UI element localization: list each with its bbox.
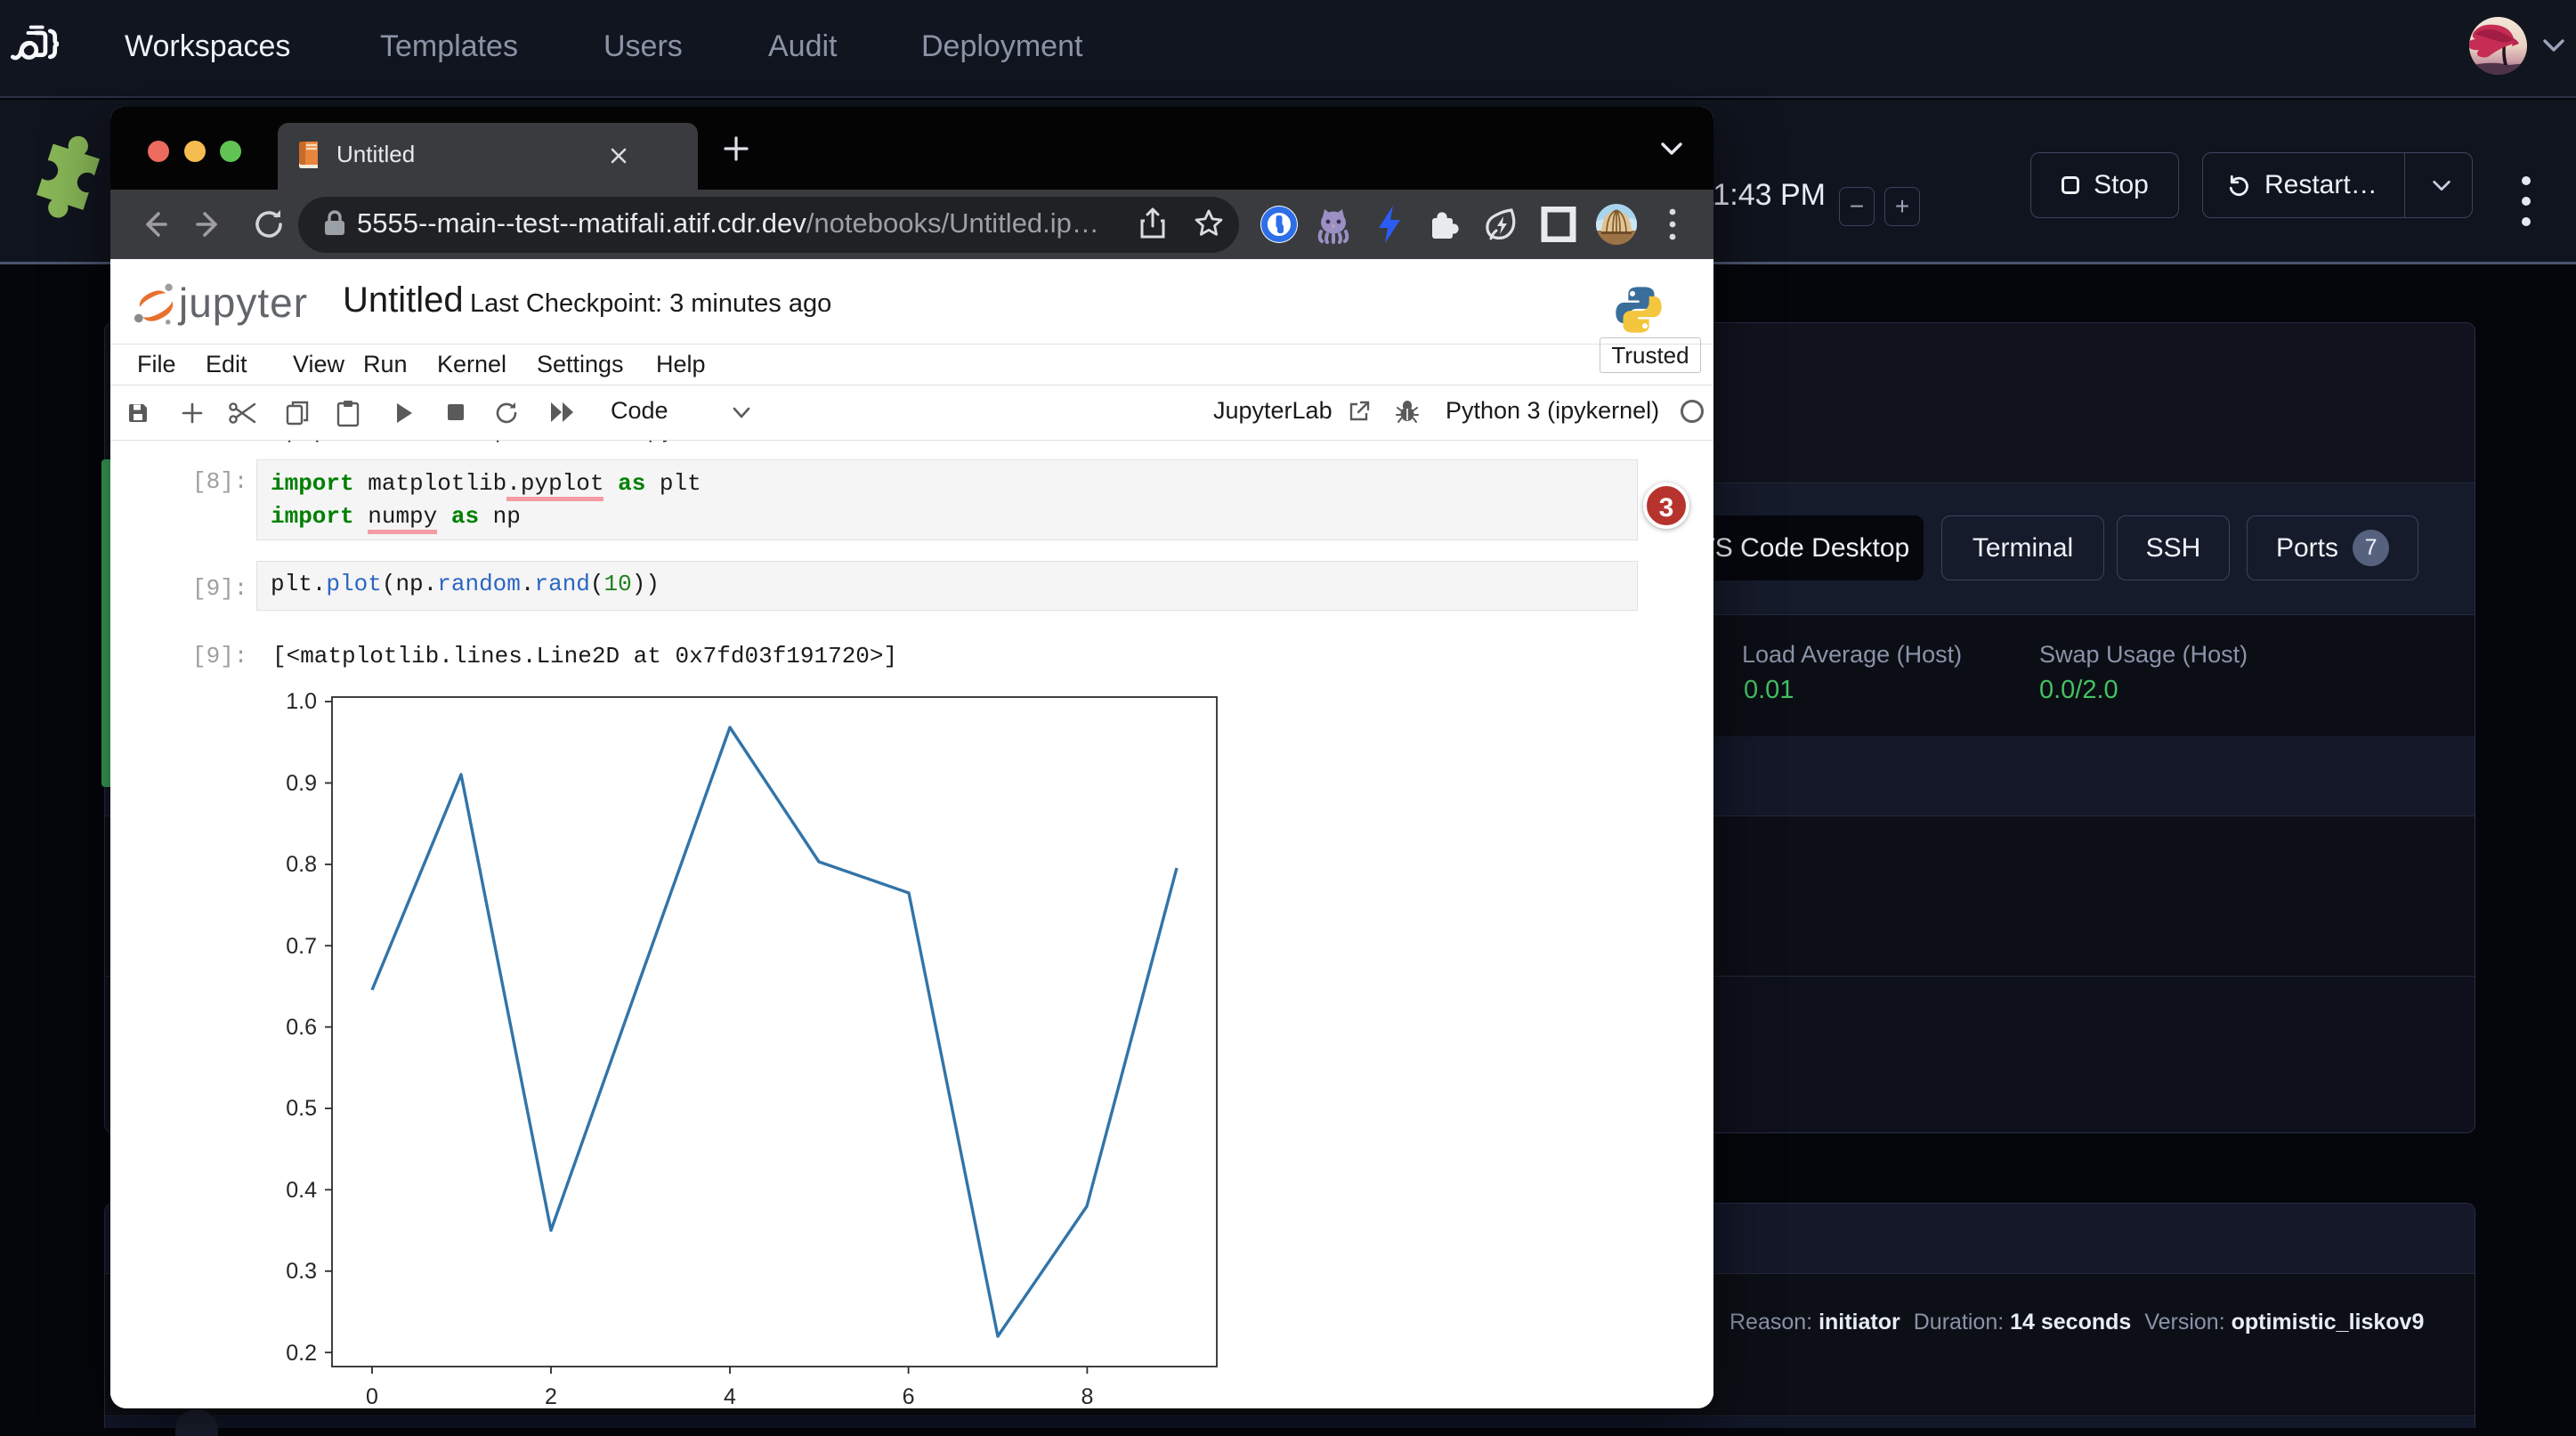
svg-text:0.7: 0.7 (286, 934, 317, 959)
svg-text:0: 0 (366, 1384, 378, 1408)
svg-text:0.3: 0.3 (286, 1259, 317, 1284)
svg-text:0.8: 0.8 (286, 852, 317, 877)
svg-text:0.9: 0.9 (286, 771, 317, 796)
svg-text:0.5: 0.5 (286, 1096, 317, 1121)
svg-text:1.0: 1.0 (286, 689, 317, 714)
svg-text:8: 8 (1081, 1384, 1093, 1408)
svg-text:2: 2 (545, 1384, 557, 1408)
svg-text:4: 4 (724, 1384, 736, 1408)
svg-text:0.2: 0.2 (286, 1341, 317, 1366)
svg-text:0.4: 0.4 (286, 1178, 317, 1203)
svg-text:6: 6 (903, 1384, 915, 1408)
svg-text:0.6: 0.6 (286, 1015, 317, 1040)
